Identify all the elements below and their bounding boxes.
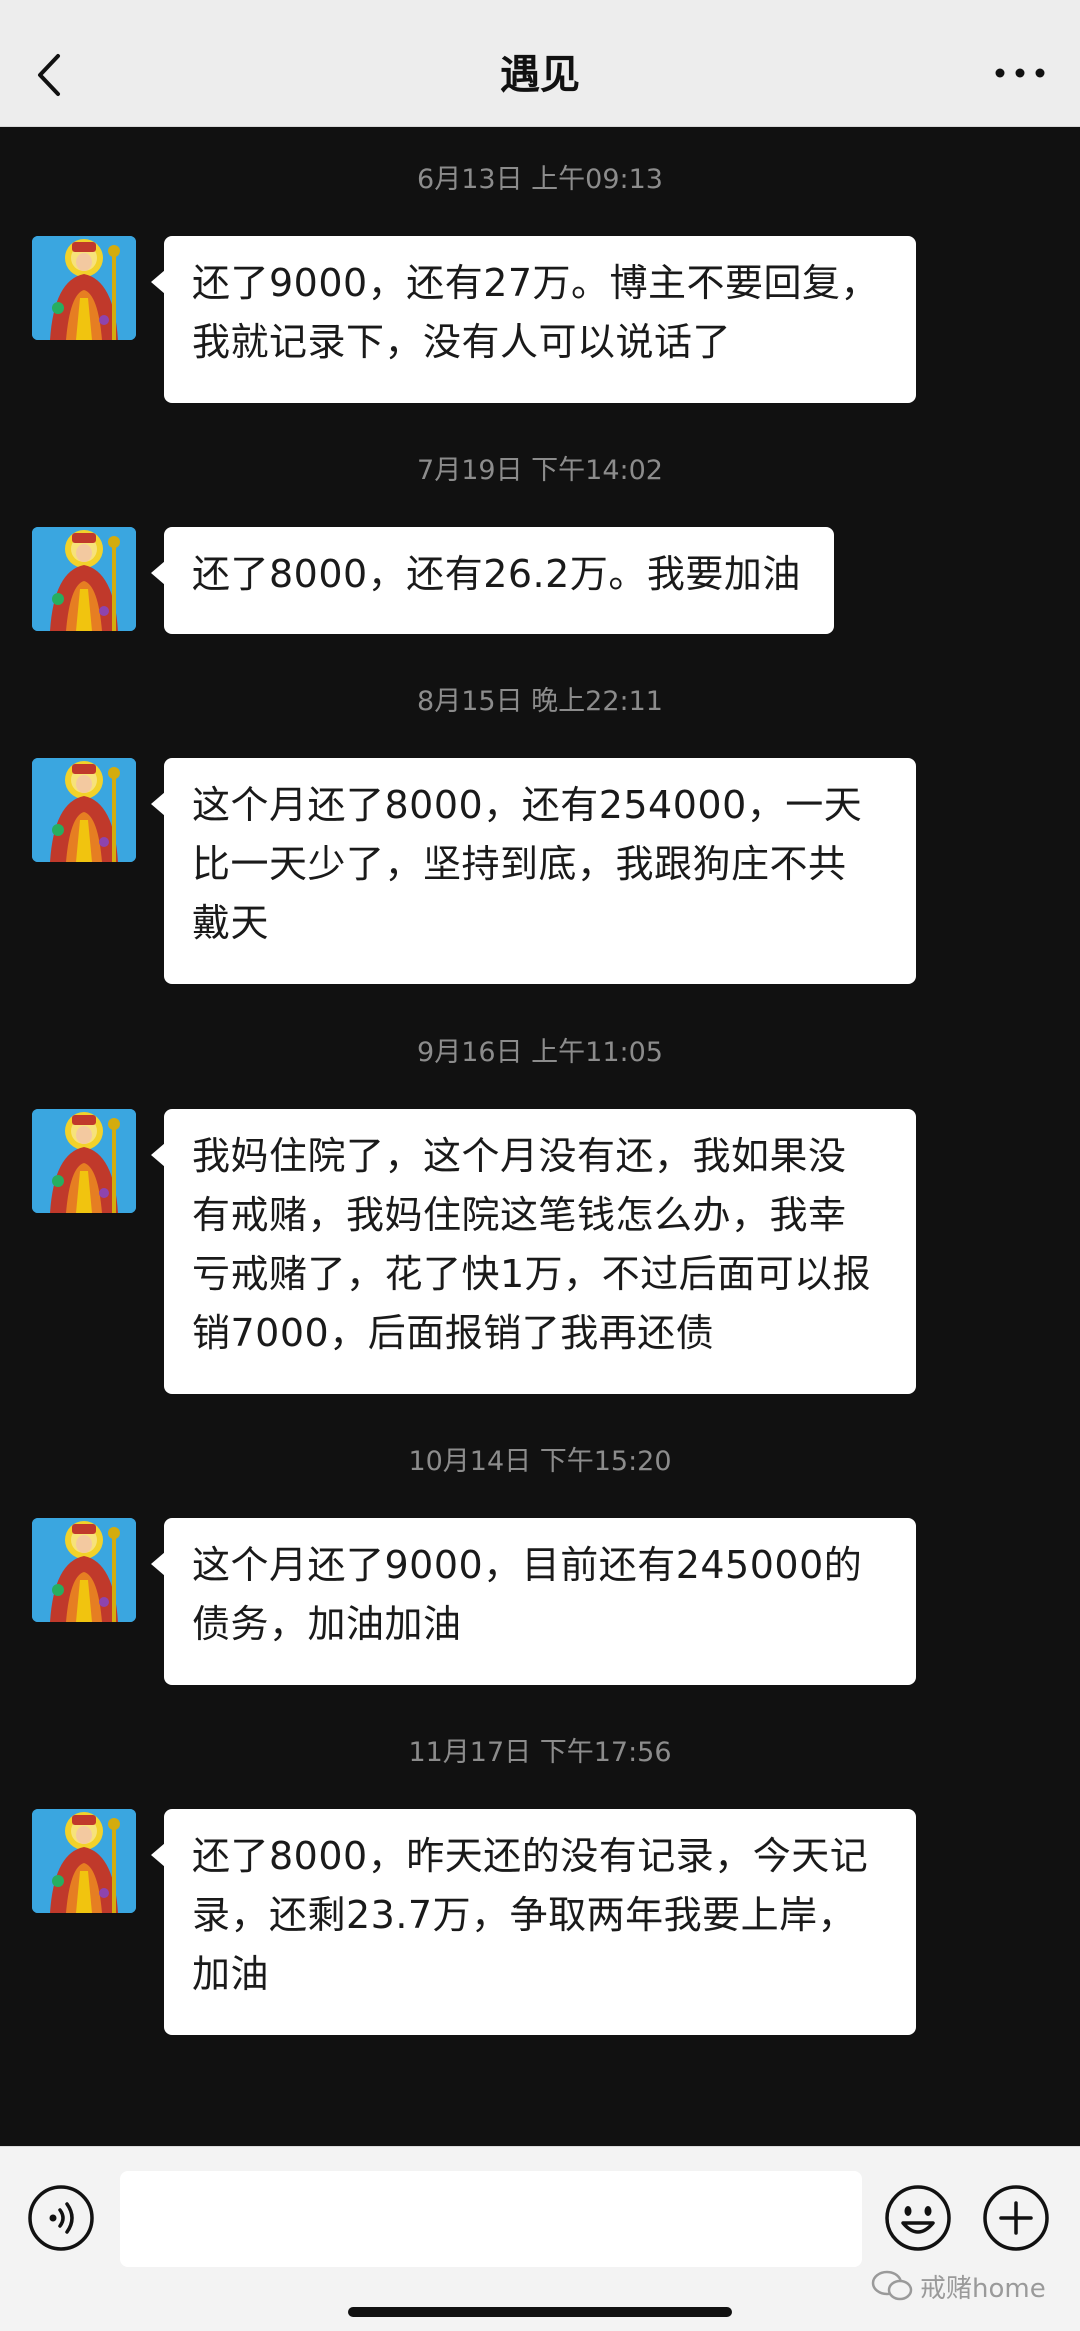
watermark: 戒赌home bbox=[870, 2266, 1046, 2306]
avatar-image bbox=[32, 527, 136, 631]
avatar[interactable] bbox=[32, 1809, 136, 1913]
message-bubble[interactable]: 还了8000，昨天还的没有记录，今天记 录，还剩23.7万，争取两年我要上岸， … bbox=[151, 1809, 916, 2035]
message-bubble[interactable]: 我妈住院了，这个月没有还，我如果没 有戒赌，我妈住院这笔钱怎么办，我幸 亏戒赌了… bbox=[151, 1109, 916, 1394]
more-horizontal-icon bbox=[995, 68, 1045, 78]
avatar-image bbox=[32, 236, 136, 340]
watermark-text: 戒赌home bbox=[920, 2273, 1046, 2304]
avatar[interactable] bbox=[32, 527, 136, 631]
message-timestamp: 11月17日 下午17:56 bbox=[408, 1737, 672, 1768]
emoji-button[interactable] bbox=[883, 2183, 953, 2253]
avatar-image bbox=[32, 1809, 136, 1913]
chat-screen: 遇见 6月13日 上午09:13 还了9000，还有27万。博主不要回复， 我就… bbox=[0, 0, 1080, 2331]
message-timestamp: 10月14日 下午15:20 bbox=[408, 1446, 672, 1477]
message-bubble[interactable]: 这个月还了9000，目前还有245000的 债务，加油加油 bbox=[151, 1518, 916, 1685]
message-bubble[interactable]: 这个月还了8000，还有254000，一天 比一天少了，坚持到底，我跟狗庄不共 … bbox=[151, 758, 916, 984]
emoji-icon bbox=[885, 2185, 951, 2251]
message-timestamp: 9月16日 上午11:05 bbox=[417, 1037, 663, 1068]
plus-button[interactable] bbox=[981, 2183, 1051, 2253]
avatar-image bbox=[32, 1109, 136, 1213]
voice-button[interactable] bbox=[26, 2183, 96, 2253]
chat-title: 遇见 bbox=[500, 52, 580, 98]
message-bubble[interactable]: 还了9000，还有27万。博主不要回复， 我就记录下，没有人可以说话了 bbox=[151, 236, 916, 403]
more-button[interactable] bbox=[990, 58, 1050, 88]
avatar[interactable] bbox=[32, 236, 136, 340]
message-timestamp: 7月19日 下午14:02 bbox=[417, 455, 663, 486]
avatar[interactable] bbox=[32, 758, 136, 862]
plus-icon bbox=[983, 2185, 1049, 2251]
voice-icon bbox=[28, 2185, 94, 2251]
avatar[interactable] bbox=[32, 1518, 136, 1622]
message-input[interactable] bbox=[120, 2171, 862, 2267]
message-timestamp: 8月15日 晚上22:11 bbox=[417, 686, 663, 717]
message-bubble[interactable]: 还了8000，还有26.2万。我要加油 bbox=[151, 527, 834, 634]
home-indicator bbox=[348, 2307, 732, 2317]
avatar-image bbox=[32, 1518, 136, 1622]
message-timestamp: 6月13日 上午09:13 bbox=[417, 164, 663, 195]
avatar[interactable] bbox=[32, 1109, 136, 1213]
avatar-image bbox=[32, 758, 136, 862]
chat-header: 遇见 bbox=[0, 0, 1080, 127]
wechat-logo-icon bbox=[871, 2270, 913, 2301]
